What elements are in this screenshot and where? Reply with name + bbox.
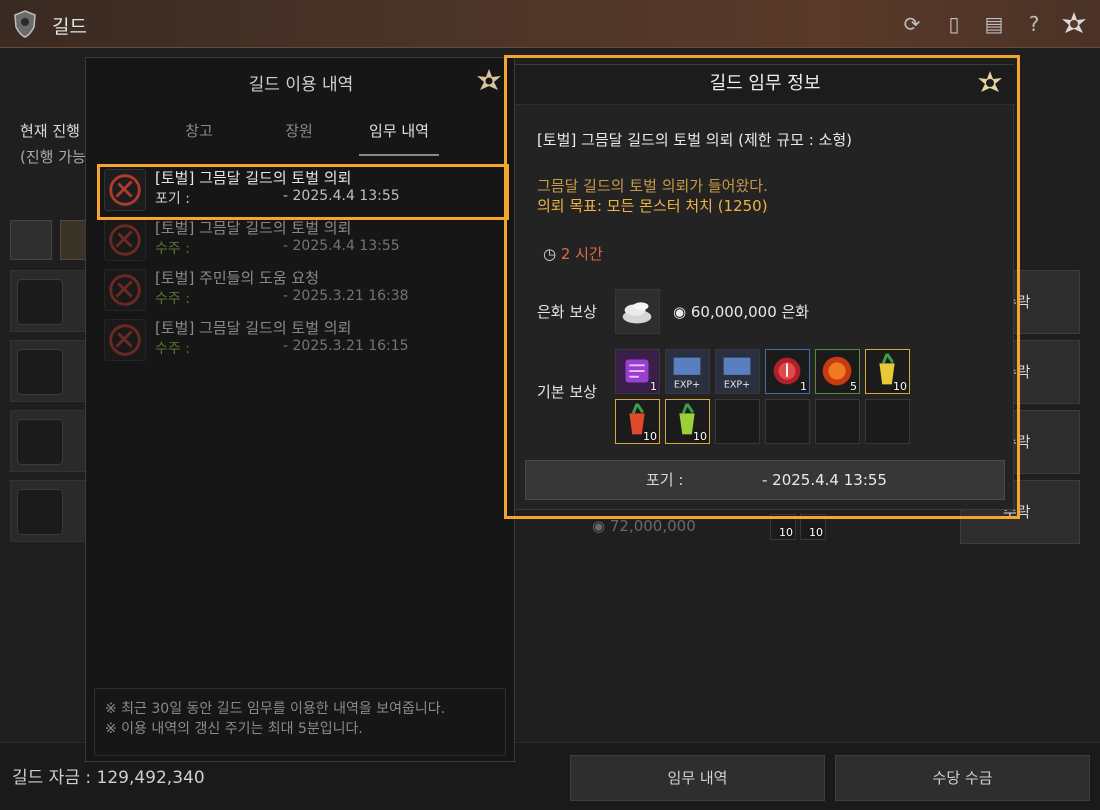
- silver-reward-value: ◉ 60,000,000 은화: [673, 303, 810, 321]
- coin-icon: ◉: [673, 303, 691, 321]
- tab-manor[interactable]: 장원: [259, 120, 339, 141]
- silver-reward-label: 은화 보상: [537, 303, 597, 321]
- yellow-drink-icon[interactable]: 10: [865, 349, 910, 394]
- emblem-icon: [104, 169, 146, 211]
- basic-reward-label: 기본 보상: [537, 383, 597, 401]
- item-date: - 2025.3.21 16:38: [283, 288, 409, 304]
- bg-filter-icon[interactable]: [10, 220, 52, 260]
- item-name: [토벌] 그믐달 길드의 토벌 의뢰: [155, 169, 352, 187]
- mission-time: ◷ 2 시간: [543, 245, 603, 263]
- guild-shield-icon: [14, 10, 36, 38]
- giveup-label: 포기 :: [646, 471, 684, 489]
- note-line: ※ 이용 내역의 갱신 주기는 최대 5분입니다.: [105, 721, 363, 737]
- svg-text:EXP+: EXP+: [674, 379, 700, 390]
- settings-icon[interactable]: [476, 68, 502, 94]
- giveup-status-bar: 포기 : - 2025.4.4 13:55: [525, 460, 1005, 500]
- svg-text:EXP+: EXP+: [724, 379, 750, 390]
- tab-warehouse[interactable]: 창고: [159, 120, 239, 141]
- window-title: 길드: [52, 16, 87, 38]
- emblem-icon: [17, 279, 63, 325]
- mission-history-button[interactable]: 임무 내역: [570, 755, 825, 801]
- mission-description: 그믐달 길드의 토벌 의뢰가 들어왔다.: [537, 177, 768, 195]
- peek-silver: ◉ 72,000,000: [592, 517, 696, 535]
- history-title: 길드 이용 내역: [248, 75, 354, 95]
- red-orb-icon[interactable]: 1: [765, 349, 810, 394]
- peek-slot: 10: [770, 514, 796, 540]
- history-item[interactable]: [토벌] 그믐달 길드의 토벌 의뢰 수주 : - 2025.3.21 16:1…: [98, 316, 503, 364]
- emblem-icon: [104, 319, 146, 361]
- top-bar: 길드 ⟳ ▯ ▤ ?: [0, 0, 1100, 48]
- bg-progress-label: 현재 진행: [20, 122, 80, 140]
- phone-icon[interactable]: ▯: [940, 10, 968, 38]
- history-panel: 길드 이용 내역 창고 장원 임무 내역 [토벌] 그믐달 길드의 토벌 의뢰 …: [85, 57, 515, 762]
- empty-slot: [865, 399, 910, 444]
- item-date: - 2025.4.4 13:55: [283, 238, 400, 254]
- document-icon[interactable]: ▤: [980, 10, 1008, 38]
- red-drink-icon[interactable]: 10: [615, 399, 660, 444]
- settings-icon[interactable]: [1060, 10, 1088, 38]
- info-title: 길드 임무 정보: [709, 73, 821, 94]
- item-name: [토벌] 그믐달 길드의 토벌 의뢰: [155, 219, 352, 237]
- settings-icon[interactable]: [976, 69, 1004, 97]
- mission-goal: 의뢰 목표: 모든 몬스터 처치 (1250): [537, 197, 768, 215]
- help-icon[interactable]: ?: [1020, 10, 1048, 38]
- mission-name: [토벌] 그믐달 길드의 토벌 의뢰 (제한 규모 : 소형): [537, 131, 853, 149]
- history-item[interactable]: [토벌] 주민들의 도움 요청 수주 : - 2025.3.21 16:38: [98, 266, 503, 314]
- item-status: 수주 :: [155, 341, 190, 357]
- emblem-icon: [17, 419, 63, 465]
- empty-slot: [715, 399, 760, 444]
- note-line: ※ 최근 30일 동안 길드 임무를 이용한 내역을 보여줍니다.: [105, 701, 446, 717]
- refresh-icon[interactable]: ⟳: [898, 10, 926, 38]
- history-item[interactable]: [토벌] 그믐달 길드의 토벌 의뢰 수주 : - 2025.4.4 13:55: [98, 216, 503, 264]
- emblem-icon: [104, 269, 146, 311]
- item-date: - 2025.3.21 16:15: [283, 338, 409, 354]
- item-status: 수주 :: [155, 291, 190, 307]
- item-name: [토벌] 그믐달 길드의 토벌 의뢰: [155, 319, 352, 337]
- item-date: - 2025.4.4 13:55: [283, 188, 400, 204]
- tab-mission-history[interactable]: 임무 내역: [359, 120, 439, 141]
- peek-slot: 10: [800, 514, 826, 540]
- emblem-icon: [104, 219, 146, 261]
- giveup-date: - 2025.4.4 13:55: [762, 471, 887, 489]
- exp-scroll-icon[interactable]: EXP+: [665, 349, 710, 394]
- item-status: 수주 :: [155, 241, 190, 257]
- coin-icon: ◉: [592, 517, 610, 535]
- history-item[interactable]: [토벌] 그믐달 길드의 토벌 의뢰 포기 : - 2025.4.4 13:55: [98, 166, 503, 214]
- empty-slot: [765, 399, 810, 444]
- silver-icon: [615, 289, 660, 334]
- emblem-icon: [17, 349, 63, 395]
- collect-allowance-button[interactable]: 수당 수금: [835, 755, 1090, 801]
- empty-slot: [815, 399, 860, 444]
- active-tab-indicator: [359, 154, 439, 156]
- item-name: [토벌] 주민들의 도움 요청: [155, 269, 320, 287]
- emblem-icon: [17, 489, 63, 535]
- green-drink-icon[interactable]: 10: [665, 399, 710, 444]
- exp-scroll-icon[interactable]: EXP+: [715, 349, 760, 394]
- bg-progress-sub: (진행 가능: [20, 148, 86, 166]
- item-status: 포기 :: [155, 191, 190, 207]
- mission-info-panel: 길드 임무 정보 [토벌] 그믐달 길드의 토벌 의뢰 (제한 규모 : 소형)…: [514, 64, 1015, 510]
- fire-orb-icon[interactable]: 5: [815, 349, 860, 394]
- history-note: ※ 최근 30일 동안 길드 임무를 이용한 내역을 보여줍니다. ※ 이용 내…: [94, 688, 506, 756]
- guild-funds: 길드 자금 : 129,492,340: [12, 768, 205, 788]
- clock-icon: ◷: [543, 245, 561, 263]
- scroll-icon[interactable]: 1: [615, 349, 660, 394]
